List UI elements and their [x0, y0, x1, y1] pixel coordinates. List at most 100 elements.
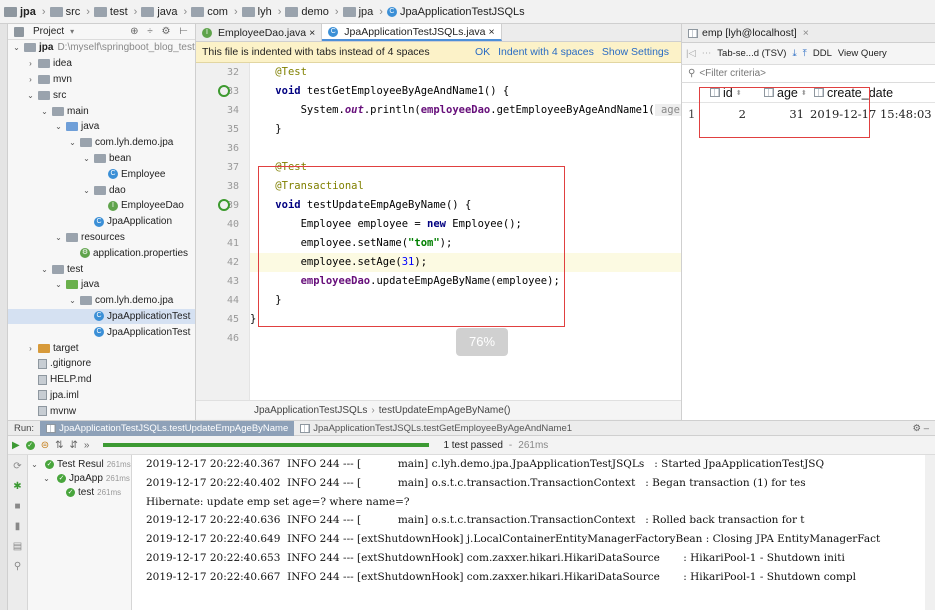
breadcrumb-separator: › — [183, 5, 188, 18]
chevron-down-icon[interactable]: ⌄ — [68, 296, 77, 305]
chevron-down-icon[interactable]: ⌄ — [82, 154, 91, 163]
tree-item[interactable]: › idea — [8, 56, 195, 72]
test-status-text: 1 test passed — [443, 439, 503, 451]
more-icon[interactable]: ⋯ — [702, 48, 712, 59]
close-icon[interactable]: × — [489, 26, 495, 38]
breadcrumb-item[interactable]: demo — [285, 6, 329, 18]
project-header-label[interactable]: Project — [33, 26, 64, 37]
left-tool-strip[interactable] — [0, 24, 8, 610]
debug-icon[interactable]: ✱ — [13, 481, 21, 492]
chevron-right-icon[interactable]: › — [26, 59, 35, 68]
tree-item[interactable]: C Employee — [8, 166, 195, 182]
tree-item[interactable]: › target — [8, 340, 195, 356]
tree-item[interactable]: ⌄ src — [8, 87, 195, 103]
db-tab-label[interactable]: emp [lyh@localhost] — [702, 27, 797, 39]
breadcrumb-item[interactable]: lyh — [241, 6, 272, 18]
close-icon[interactable]: × — [309, 27, 315, 39]
more-icon[interactable]: » — [84, 440, 90, 451]
tree-item[interactable]: ⌄ bean — [8, 151, 195, 167]
chevron-down-icon[interactable]: ⌄ — [40, 107, 49, 116]
ddl-button[interactable]: DDL — [813, 48, 832, 59]
project-panel: Project ▾ ⊕ ÷ ⚙ ⊢ ⌄ jpa D:\myself\spring… — [8, 24, 196, 420]
tree-item[interactable]: ⌄ java — [8, 119, 195, 135]
breadcrumb-item[interactable]: jpa — [4, 6, 36, 18]
tree-item[interactable]: ⌄ java — [8, 277, 195, 293]
tree-item[interactable]: .gitignore — [8, 356, 195, 372]
notice-settings-link[interactable]: Show Settings — [602, 46, 669, 58]
console-output[interactable]: 2019-12-17 20:22:40.367 INFO 244 --- [ m… — [132, 455, 925, 610]
check-icon[interactable]: ✓ — [25, 440, 35, 450]
chevron-down-icon[interactable]: ⌄ — [68, 138, 77, 147]
console-scrollbar[interactable] — [925, 455, 935, 610]
pause-icon[interactable]: ▮ — [15, 521, 21, 532]
tree-item[interactable]: C JpaApplication — [8, 214, 195, 230]
chevron-down-icon[interactable]: ⌄ — [54, 122, 63, 131]
pin-icon[interactable]: ⚲ — [14, 561, 21, 572]
class-icon: C — [94, 216, 104, 227]
close-icon[interactable]: × — [803, 27, 809, 39]
breadcrumb-item[interactable]: test — [93, 6, 128, 18]
run-test-icon[interactable] — [218, 199, 230, 211]
test-tree-class[interactable]: ⌄ ✓ JpaApp 261ms — [28, 471, 131, 485]
chevron-down-icon[interactable]: ⌄ — [42, 474, 51, 483]
breadcrumb-item[interactable]: java — [141, 6, 178, 18]
breadcrumb-item[interactable]: com — [191, 6, 228, 18]
run-tab-get[interactable]: JpaApplicationTestJSQLs.testGetEmployeeB… — [294, 421, 578, 436]
first-page-icon[interactable]: |◁ — [686, 48, 696, 59]
chevron-down-icon[interactable]: ▾ — [70, 27, 74, 36]
gear-icon[interactable]: ⚙ – — [913, 423, 935, 434]
tree-item[interactable]: ⌄ resources — [8, 230, 195, 246]
db-filter-bar[interactable]: ⚲ <Filter criteria> — [681, 65, 935, 83]
play-icon[interactable]: ▶ — [12, 440, 20, 451]
chevron-right-icon[interactable]: › — [26, 344, 35, 353]
run-tab-update[interactable]: JpaApplicationTestJSQLs.testUpdateEmpAge… — [40, 420, 295, 436]
notice-indent-link[interactable]: Indent with 4 spaces — [498, 46, 594, 58]
tree-item[interactable]: I EmployeeDao — [8, 198, 195, 214]
filter-icon[interactable]: ⊜ — [41, 440, 49, 451]
layout-icon[interactable]: ▤ — [13, 541, 22, 552]
editor-breadcrumb-method[interactable]: testUpdateEmpAgeByName() — [379, 405, 511, 416]
tree-item[interactable]: C JpaApplicationTest — [8, 324, 195, 340]
stop-icon[interactable]: ■ — [14, 501, 20, 512]
project-header-tools[interactable]: ⊕ ÷ ⚙ ⊢ — [130, 26, 195, 37]
tree-item[interactable]: ⚙ application.properties — [8, 245, 195, 261]
tree-item[interactable]: ⌄ com.lyh.demo.jpa — [8, 293, 195, 309]
editor-tab[interactable]: I EmployeeDao.java × — [196, 24, 323, 41]
console-line: 2019-12-17 20:22:40.636 INFO 244 --- [ m… — [146, 514, 805, 527]
upload-icon[interactable]: ⤒ — [803, 48, 807, 59]
test-tree-method[interactable]: ✓ test 261ms — [28, 485, 131, 499]
rerun-icon[interactable]: ⟳ — [13, 461, 21, 472]
filter-criteria-input[interactable]: <Filter criteria> — [699, 68, 766, 79]
breadcrumb-item[interactable]: jpa — [342, 6, 373, 18]
chevron-down-icon[interactable]: ⌄ — [30, 460, 39, 469]
export-format-dropdown[interactable]: Tab-se...d (TSV) — [717, 48, 786, 59]
sort-icon[interactable]: ⇅ — [55, 440, 63, 451]
chevron-down-icon[interactable]: ⌄ — [54, 233, 63, 242]
tree-item[interactable]: C JpaApplicationTest — [8, 308, 195, 325]
expand-icon[interactable]: ⇵ — [69, 440, 77, 451]
breadcrumb-item[interactable]: src — [49, 6, 80, 18]
chevron-down-icon[interactable]: ⌄ — [40, 265, 49, 274]
chevron-down-icon[interactable]: ⌄ — [26, 91, 35, 100]
chevron-down-icon[interactable]: ⌄ — [82, 186, 91, 195]
chevron-right-icon[interactable]: › — [26, 75, 35, 84]
test-tree-root[interactable]: ⌄ ✓ Test Resul 261ms — [28, 457, 131, 471]
breadcrumb-item[interactable]: C JpaApplicationTestJSQLs — [386, 6, 525, 18]
tree-item[interactable]: mvnw — [8, 403, 195, 419]
tree-item[interactable]: jpa.iml — [8, 388, 195, 404]
chevron-down-icon[interactable]: ⌄ — [54, 280, 63, 289]
view-query-button[interactable]: View Query — [838, 48, 887, 59]
tree-item[interactable]: ⌄ dao — [8, 182, 195, 198]
chevron-down-icon[interactable]: ⌄ — [12, 43, 21, 52]
editor-tab[interactable]: C JpaApplicationTestJSQLs.java × — [322, 24, 502, 41]
run-test-icon[interactable] — [218, 85, 230, 97]
project-root-row[interactable]: ⌄ jpa D:\myself\springboot_blog_test — [8, 40, 195, 56]
tree-item[interactable]: ⌄ com.lyh.demo.jpa — [8, 135, 195, 151]
editor-breadcrumb-class[interactable]: JpaApplicationTestJSQLs — [254, 405, 367, 416]
notice-ok-link[interactable]: OK — [475, 46, 490, 58]
tree-item[interactable]: ⌄ test — [8, 261, 195, 277]
download-icon[interactable]: ⤓ — [792, 48, 796, 59]
tree-item[interactable]: › mvn — [8, 72, 195, 88]
tree-item[interactable]: ⌄ main — [8, 103, 195, 119]
tree-item[interactable]: HELP.md — [8, 372, 195, 388]
